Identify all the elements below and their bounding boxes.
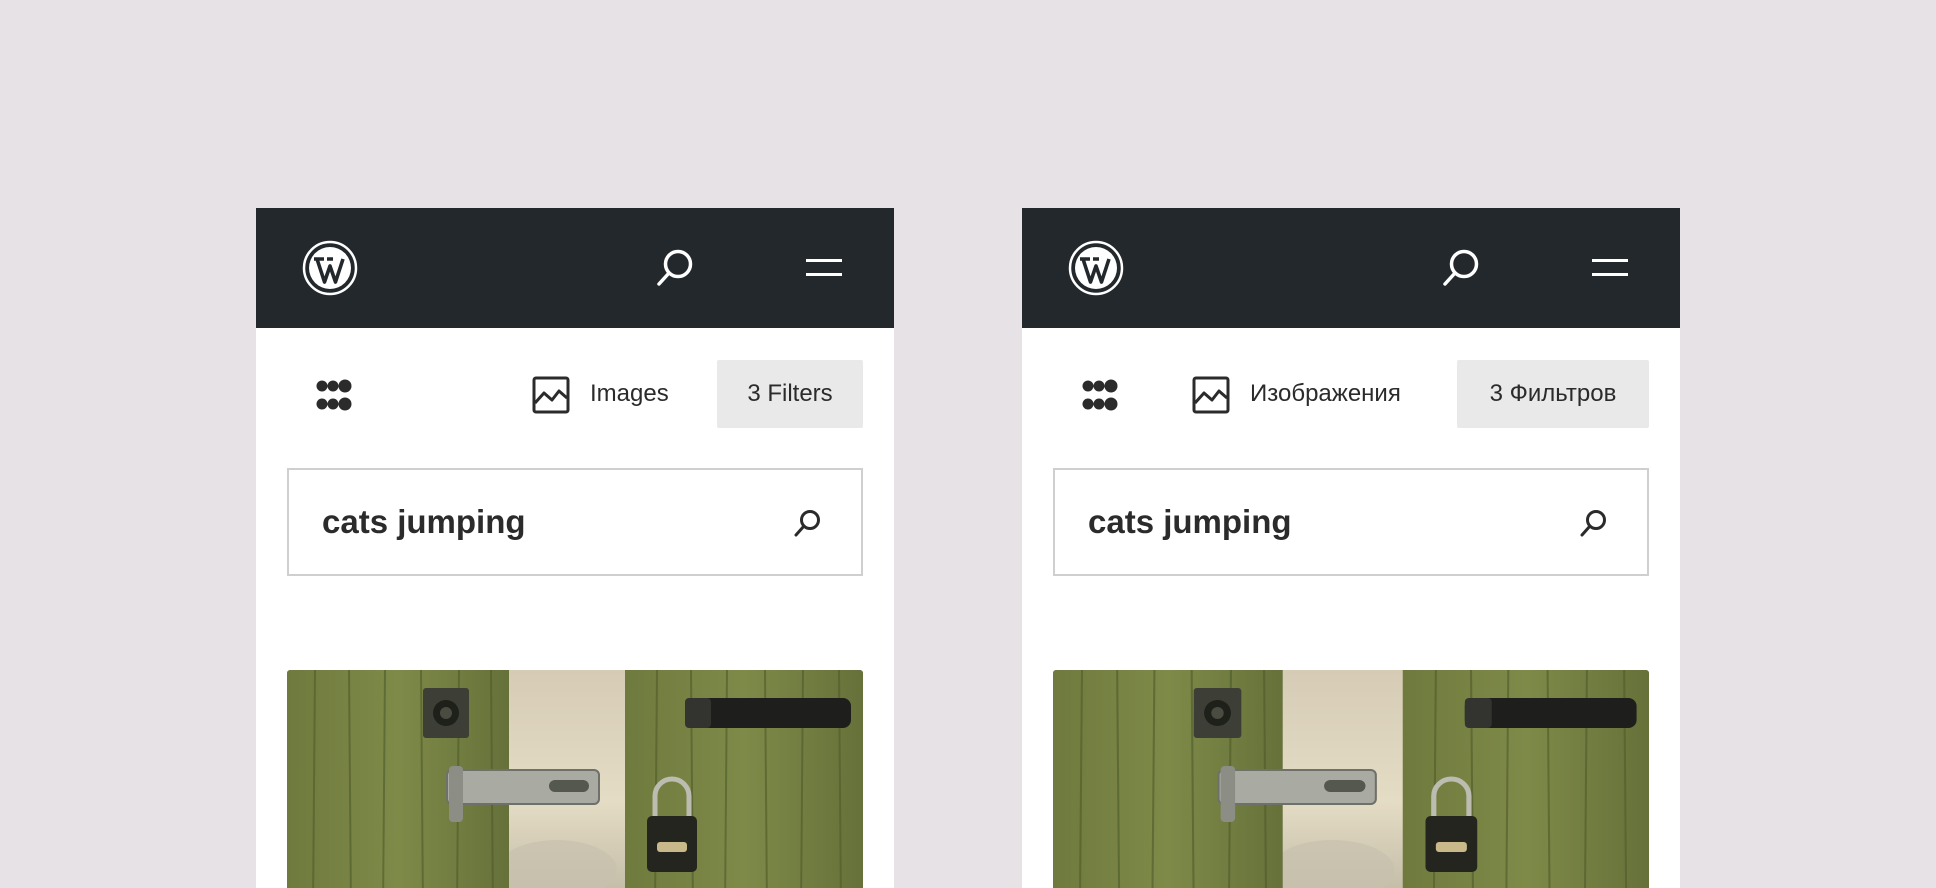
search-input[interactable]: cats jumping [1053,468,1649,576]
search-query-text[interactable]: cats jumping [322,470,526,574]
image-icon[interactable] [532,376,570,414]
search-icon[interactable] [654,246,698,290]
filters-button[interactable]: 3 Фильтров [1457,360,1649,428]
mobile-screen-russian: Изображения 3 Фильтров cats jumping [1022,208,1680,888]
search-result-image[interactable] [287,670,863,888]
search-input[interactable]: cats jumping [287,468,863,576]
search-result-image[interactable] [1053,670,1649,888]
hamburger-menu-icon[interactable] [1592,256,1628,280]
image-icon[interactable] [1192,376,1230,414]
search-icon[interactable] [1579,508,1609,538]
search-query-text[interactable]: cats jumping [1088,470,1292,574]
mobile-screen-english: Images 3 Filters cats jumping [256,208,894,888]
wordpress-logo-icon[interactable] [1068,240,1124,296]
wordpress-logo-icon[interactable] [302,240,358,296]
search-icon[interactable] [1440,246,1484,290]
grid-view-icon[interactable] [1082,378,1118,412]
media-toolbar: Images 3 Filters [256,360,894,428]
hamburger-menu-icon[interactable] [806,256,842,280]
header-bar [1022,208,1680,328]
media-type-label[interactable]: Images [590,360,669,428]
media-type-label[interactable]: Изображения [1250,360,1401,428]
media-toolbar: Изображения 3 Фильтров [1022,360,1680,428]
header-bar [256,208,894,328]
filters-button[interactable]: 3 Filters [717,360,863,428]
search-icon[interactable] [793,508,823,538]
grid-view-icon[interactable] [316,378,352,412]
